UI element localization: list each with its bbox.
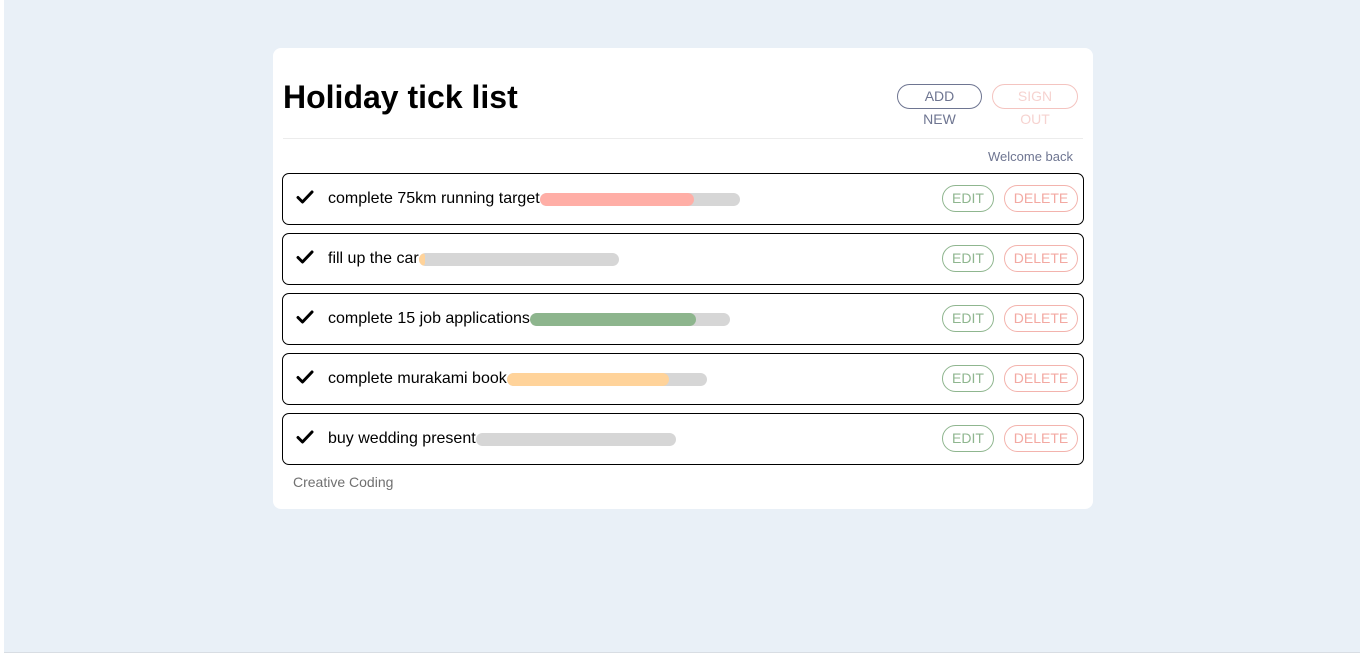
add-new-button[interactable]: ADD NEW	[897, 84, 982, 127]
edit-button[interactable]: EDIT	[942, 185, 994, 212]
delete-button[interactable]: DELETE	[1004, 425, 1078, 452]
task-item: complete 75km running target EDIT DELETE	[282, 173, 1084, 225]
task-content: fill up the car	[328, 249, 619, 269]
progress-bar	[529, 312, 730, 326]
welcome-message: Welcome back	[987, 149, 1073, 164]
tick-list-card: Holiday tick list ADD NEW SIGN OUT Welco…	[273, 48, 1093, 509]
progress-bar-fill	[539, 192, 694, 206]
task-content: complete 15 job applications	[328, 309, 730, 329]
task-label: fill up the car	[328, 250, 419, 267]
delete-button[interactable]: DELETE	[1004, 185, 1078, 212]
task-content: complete murakami book	[328, 369, 707, 389]
task-label: complete 75km running target	[328, 190, 540, 207]
check-icon[interactable]	[296, 248, 314, 266]
task-label: complete murakami book	[328, 370, 507, 387]
check-icon[interactable]	[296, 368, 314, 386]
progress-bar	[539, 192, 740, 206]
check-icon[interactable]	[296, 428, 314, 446]
task-label: buy wedding present	[328, 430, 476, 447]
task-label: complete 15 job applications	[328, 310, 530, 327]
page-title: Holiday tick list	[283, 79, 518, 115]
task-item: buy wedding present EDIT DELETE	[282, 413, 1084, 465]
task-item: complete murakami book EDIT DELETE	[282, 353, 1084, 405]
edit-button[interactable]: EDIT	[942, 245, 994, 272]
task-content: buy wedding present	[328, 429, 676, 449]
edit-button[interactable]: EDIT	[942, 365, 994, 392]
task-item: complete 15 job applications EDIT DELETE	[282, 293, 1084, 345]
delete-button[interactable]: DELETE	[1004, 305, 1078, 332]
delete-button[interactable]: DELETE	[1004, 365, 1078, 392]
progress-bar	[475, 432, 676, 446]
footer-credit: Creative Coding	[293, 474, 394, 490]
delete-button[interactable]: DELETE	[1004, 245, 1078, 272]
edit-button[interactable]: EDIT	[942, 425, 994, 452]
progress-bar-fill	[418, 252, 425, 266]
task-content: complete 75km running target	[328, 189, 740, 209]
card-header: Holiday tick list ADD NEW SIGN OUT	[283, 48, 1083, 139]
sign-out-button[interactable]: SIGN OUT	[992, 84, 1078, 127]
check-icon[interactable]	[296, 188, 314, 206]
task-list: complete 75km running target EDIT DELETE…	[282, 173, 1084, 473]
task-item: fill up the car EDIT DELETE	[282, 233, 1084, 285]
progress-bar-fill	[506, 372, 669, 386]
check-icon[interactable]	[296, 308, 314, 326]
progress-bar	[506, 372, 707, 386]
progress-bar	[418, 252, 619, 266]
edit-button[interactable]: EDIT	[942, 305, 994, 332]
progress-bar-fill	[529, 312, 696, 326]
